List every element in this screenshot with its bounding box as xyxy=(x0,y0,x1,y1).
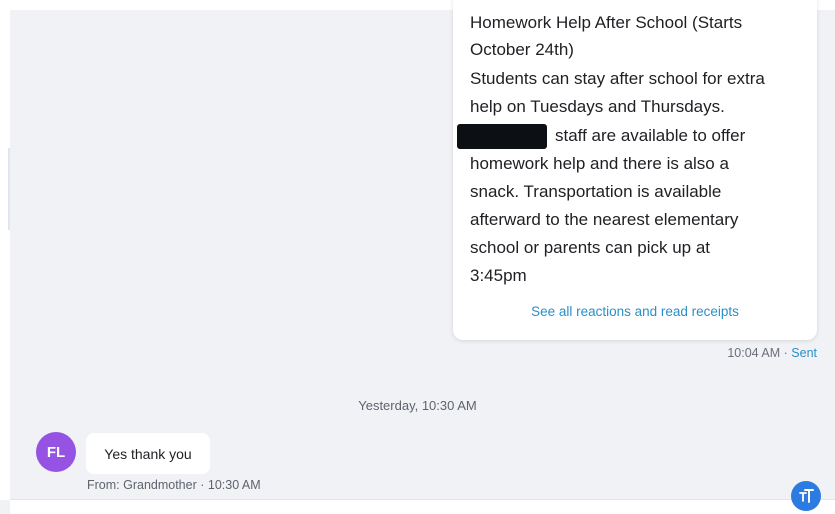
redacted-text xyxy=(457,124,547,149)
sent-time: 10:04 AM xyxy=(727,346,781,360)
message-line: Homework Help After School (Starts xyxy=(470,13,743,32)
left-panel-scroll-indicator xyxy=(8,148,10,230)
avatar[interactable]: FL xyxy=(36,432,76,472)
date-divider: Yesterday, 10:30 AM xyxy=(358,398,477,413)
text-size-icon xyxy=(799,489,814,503)
outgoing-message-bubble[interactable]: Homework Help After School (Starts Octob… xyxy=(453,0,817,340)
message-line: October 24th) xyxy=(470,40,574,59)
message-line: afterward to the nearest elementary xyxy=(470,210,739,229)
message-line: snack. Transportation is available xyxy=(470,182,722,201)
text-size-button[interactable] xyxy=(791,481,821,511)
message-line: homework help and there is also a xyxy=(470,154,729,173)
incoming-message-bubble[interactable]: Yes thank you xyxy=(86,433,210,474)
message-line: 3:45pm xyxy=(470,266,527,285)
message-line: school or parents can pick up at xyxy=(470,238,711,257)
meta-separator: · xyxy=(780,346,792,360)
see-reactions-link[interactable]: See all reactions and read receipts xyxy=(453,304,817,319)
outgoing-message-meta: 10:04 AM · Sent xyxy=(727,346,817,360)
composer-area xyxy=(10,499,835,514)
message-line: help on Tuesdays and Thursdays. xyxy=(470,97,725,116)
message-line: staff are available to offer xyxy=(555,126,746,145)
left-panel-edge xyxy=(0,10,10,500)
incoming-message-meta: From: Grandmother · 10:30 AM xyxy=(87,478,261,492)
message-line: Students can stay after school for extra xyxy=(470,69,765,88)
sent-status: Sent xyxy=(791,346,817,360)
incoming-message-text: Yes thank you xyxy=(104,445,192,462)
